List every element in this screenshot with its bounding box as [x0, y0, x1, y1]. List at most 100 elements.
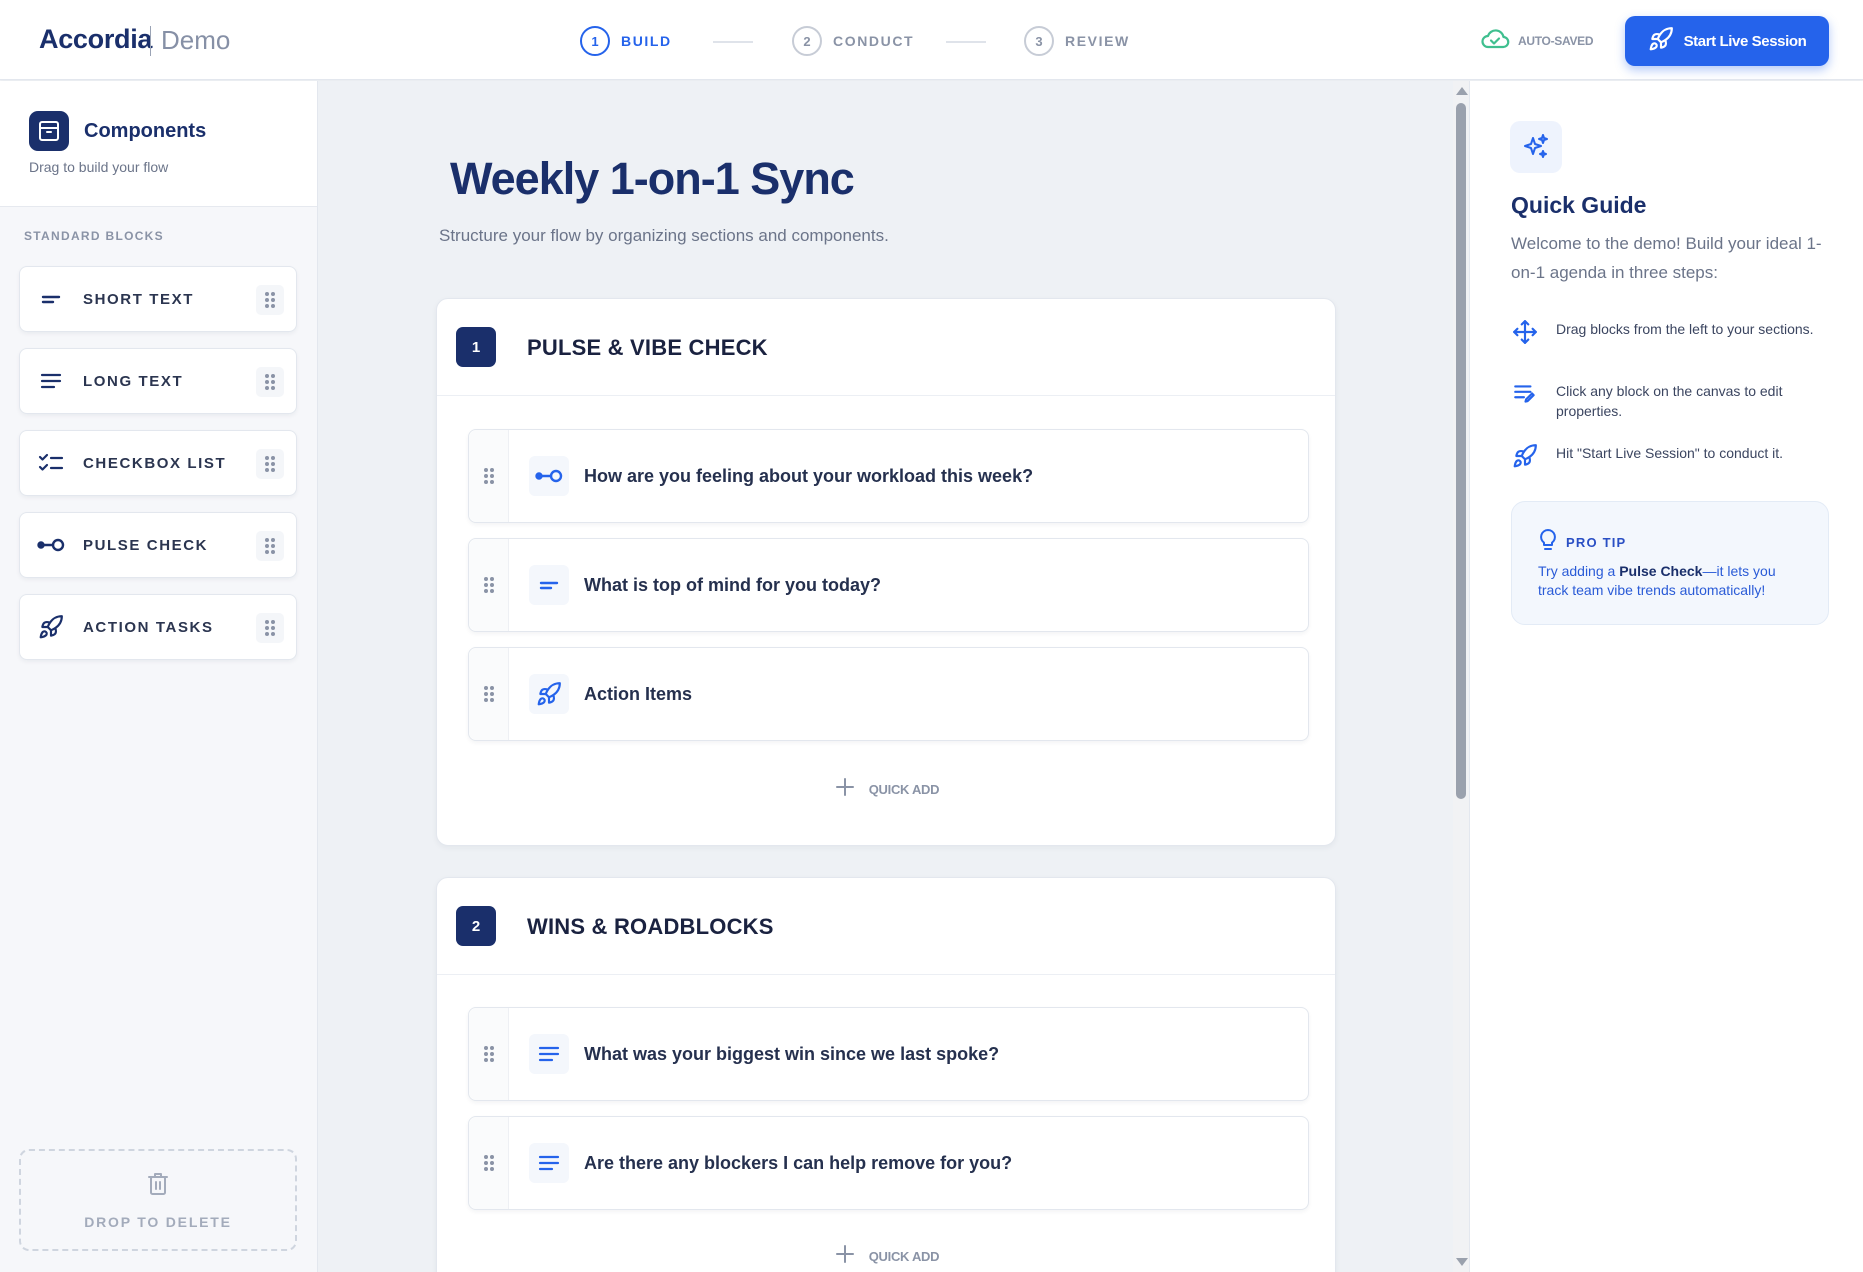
step-label: BUILD [621, 33, 672, 49]
sparkles-icon [1510, 121, 1562, 173]
pro-tip-highlight: Pulse Check [1619, 563, 1703, 579]
guide-title: Quick Guide [1511, 192, 1647, 218]
autosave-label: AUTO-SAVED [1518, 34, 1594, 48]
sidebar-header: Components Drag to build your flow [0, 81, 317, 207]
drag-handle-icon[interactable] [469, 430, 509, 522]
short-text-icon [529, 565, 569, 605]
block-question: Action Items [584, 684, 693, 704]
plus-icon [835, 1244, 855, 1269]
section-card[interactable]: 2 WINS & ROADBLOCKS What was your bigges… [436, 877, 1336, 1272]
scroll-up-arrow-icon[interactable] [1456, 87, 1468, 95]
block-question: What is top of mind for you today? [584, 575, 881, 595]
archive-icon [29, 111, 69, 151]
move-icon [1511, 319, 1539, 347]
step-connector [713, 41, 753, 43]
drag-handle-icon[interactable] [256, 531, 284, 561]
section-label: STANDARD BLOCKS [24, 229, 164, 243]
step-number: 2 [792, 26, 822, 56]
pulse-check-icon [529, 456, 569, 496]
rocket-icon [1511, 443, 1539, 471]
block-action-tasks[interactable]: ACTION TASKS [19, 594, 297, 660]
sidebar-title: Components [84, 120, 207, 142]
page-subtitle: Structure your flow by organizing sectio… [439, 226, 889, 245]
guide-step: Click any block on the canvas to edit pr… [1511, 381, 1851, 421]
drop-to-delete-zone[interactable]: DROP TO DELETE [19, 1149, 297, 1251]
checkbox-list-icon [37, 449, 65, 477]
long-text-icon [37, 367, 65, 395]
block-checkbox-list[interactable]: CHECKBOX LIST [19, 430, 297, 496]
step-conduct[interactable]: 2 CONDUCT [792, 26, 914, 56]
plus-icon [835, 777, 855, 802]
brand-tag: Demo [161, 25, 231, 55]
block-question: What was your biggest win since we last … [584, 1044, 1000, 1064]
section-header: 2 WINS & ROADBLOCKS [437, 878, 1335, 975]
drag-handle-icon[interactable] [469, 648, 509, 740]
quick-guide-panel: Quick Guide Welcome to the demo! Build y… [1469, 81, 1863, 1272]
block-label: SHORT TEXT [83, 290, 195, 308]
cloud-check-icon [1480, 28, 1510, 55]
step-number: 1 [580, 26, 610, 56]
block-question: How are you feeling about your workload … [584, 466, 1034, 486]
page-title[interactable]: Weekly 1-on-1 Sync [450, 153, 855, 205]
drag-handle-icon[interactable] [469, 1008, 509, 1100]
start-live-session-button[interactable]: Start Live Session [1625, 16, 1829, 66]
canvas-block[interactable]: How are you feeling about your workload … [468, 429, 1309, 523]
section-title[interactable]: WINS & ROADBLOCKS [527, 914, 774, 940]
block-long-text[interactable]: LONG TEXT [19, 348, 297, 414]
section-header: 1 PULSE & VIBE CHECK [437, 299, 1335, 396]
brand-name[interactable]: Accordia [39, 24, 152, 55]
pro-tip-label: PRO TIP [1566, 535, 1627, 550]
brand-divider [150, 26, 151, 56]
trash-label: DROP TO DELETE [84, 1213, 232, 1230]
quick-add-button[interactable]: QUICK ADD [437, 1244, 1337, 1269]
quick-add-label: QUICK ADD [868, 1249, 940, 1264]
block-label: ACTION TASKS [83, 618, 214, 636]
lightbulb-icon [1538, 528, 1558, 557]
rocket-icon [1648, 26, 1684, 56]
pro-tip-text: Try adding a Pulse Check—it lets you tra… [1538, 562, 1808, 600]
canvas-block[interactable]: What is top of mind for you today? [468, 538, 1309, 632]
step-label: CONDUCT [833, 33, 915, 49]
guide-intro: Welcome to the demo! Build your ideal 1-… [1511, 234, 1822, 282]
block-pulse-check[interactable]: PULSE CHECK [19, 512, 297, 578]
guide-step-text: Hit "Start Live Session" to conduct it. [1556, 445, 1784, 461]
pro-tip-text-before: Try adding a [1538, 563, 1620, 579]
drag-handle-icon[interactable] [256, 613, 284, 643]
canvas-block[interactable]: Are there any blockers I can help remove… [468, 1116, 1309, 1210]
drag-handle-icon[interactable] [256, 367, 284, 397]
step-build[interactable]: 1 BUILD [580, 26, 672, 56]
block-label: PULSE CHECK [83, 536, 209, 554]
step-review[interactable]: 3 REVIEW [1024, 26, 1130, 56]
drag-handle-icon[interactable] [256, 285, 284, 315]
canvas-block[interactable]: What was your biggest win since we last … [468, 1007, 1309, 1101]
drag-handle-icon[interactable] [256, 449, 284, 479]
canvas-block[interactable]: Action Items [468, 647, 1309, 741]
step-connector [946, 41, 986, 43]
scroll-down-arrow-icon[interactable] [1456, 1258, 1468, 1266]
long-text-icon [529, 1034, 569, 1074]
trash-icon [146, 1171, 170, 1202]
drag-handle-icon[interactable] [469, 539, 509, 631]
drag-handle-icon[interactable] [469, 1117, 509, 1209]
guide-step-text: Drag blocks from the left to your sectio… [1556, 321, 1814, 337]
pro-tip-header: PRO TIP [1538, 528, 1626, 557]
guide-step: Drag blocks from the left to your sectio… [1511, 319, 1851, 347]
pro-tip-card: PRO TIP Try adding a Pulse Check—it lets… [1511, 501, 1829, 625]
short-text-icon [37, 285, 65, 313]
canvas-scrollbar[interactable] [1453, 81, 1469, 1272]
quick-add-label: QUICK ADD [868, 782, 940, 797]
edit-list-icon [1511, 381, 1539, 409]
section-number: 2 [456, 906, 496, 946]
start-button-label: Start Live Session [1683, 32, 1807, 50]
step-label: REVIEW [1065, 33, 1130, 49]
long-text-icon [529, 1143, 569, 1183]
section-card[interactable]: 1 PULSE & VIBE CHECK How are you feeling… [436, 298, 1336, 846]
scroll-thumb[interactable] [1456, 103, 1466, 799]
quick-add-button[interactable]: QUICK ADD [437, 777, 1337, 802]
block-question: Are there any blockers I can help remove… [584, 1153, 1013, 1173]
guide-step: Hit "Start Live Session" to conduct it. [1511, 443, 1851, 471]
block-short-text[interactable]: SHORT TEXT [19, 266, 297, 332]
components-sidebar: Components Drag to build your flow STAND… [0, 81, 318, 1272]
rocket-icon [529, 674, 569, 714]
section-title[interactable]: PULSE & VIBE CHECK [527, 335, 768, 361]
